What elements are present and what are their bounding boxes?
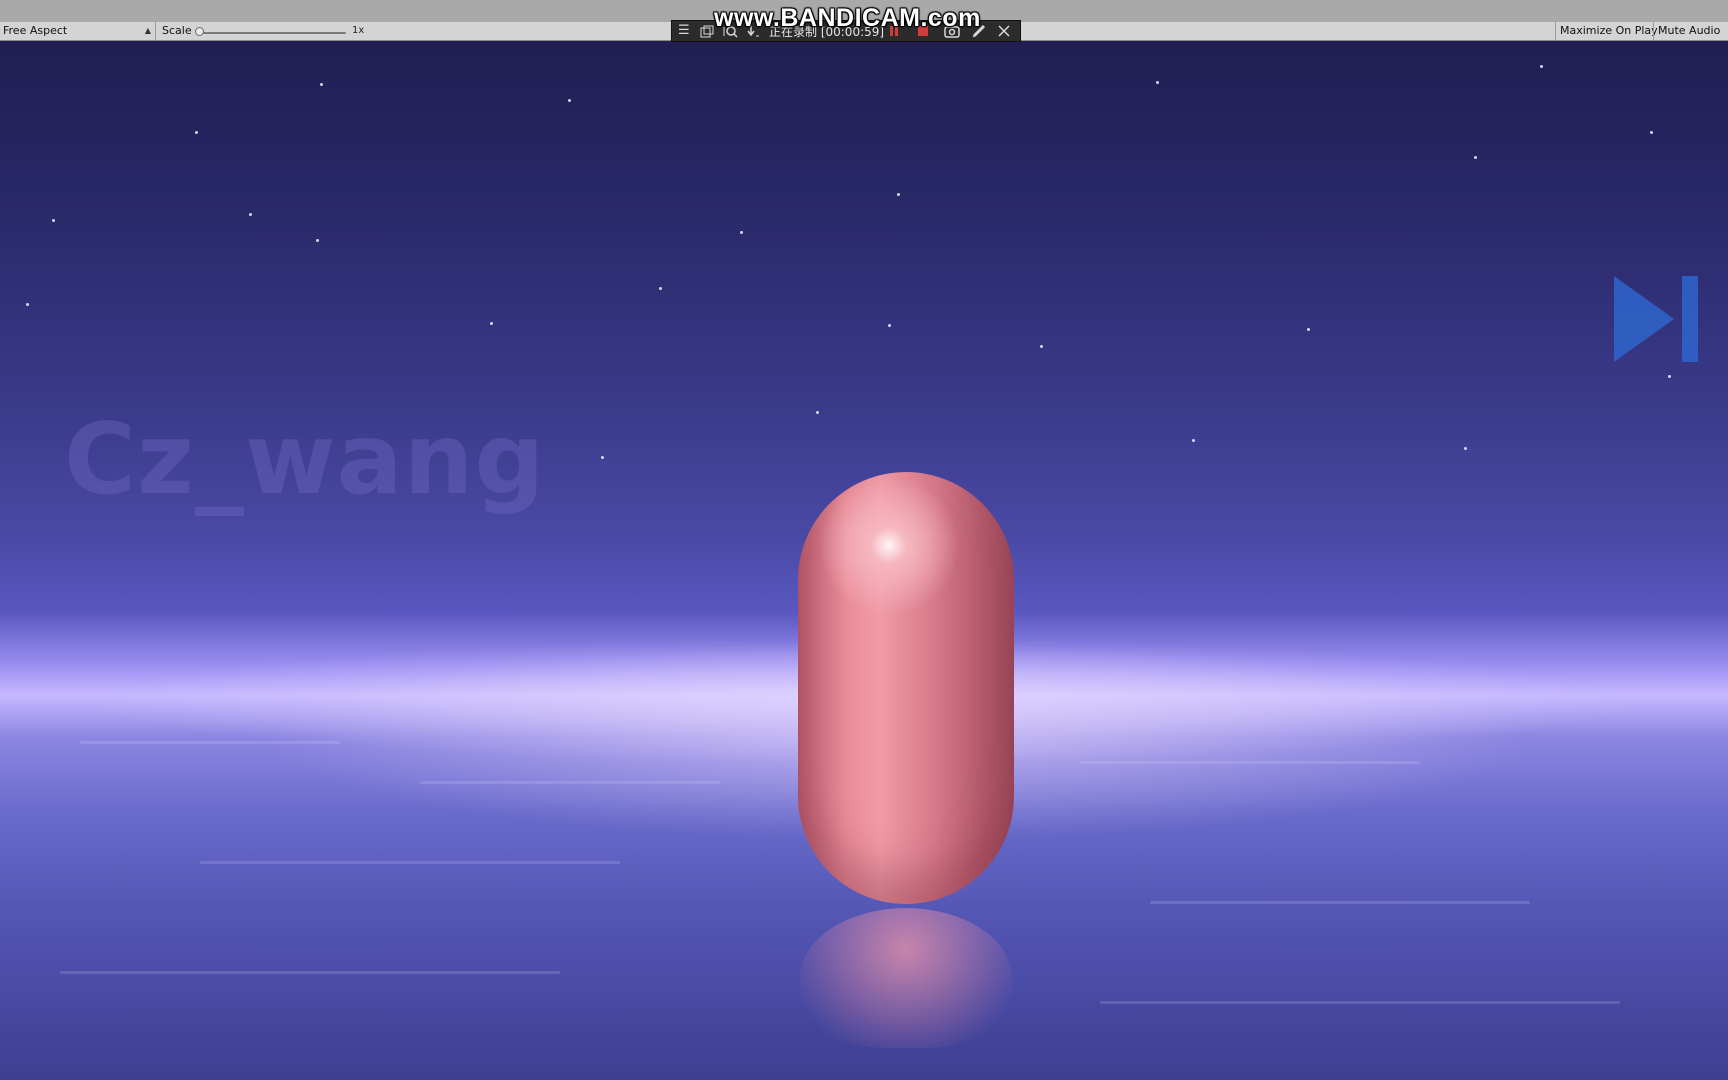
dropdown-arrows-icon: ▲ bbox=[144, 26, 151, 35]
star bbox=[1040, 345, 1043, 348]
scale-label: Scale bbox=[162, 24, 192, 37]
star bbox=[816, 411, 819, 414]
scale-slider-thumb[interactable] bbox=[195, 27, 204, 36]
water-ripple bbox=[1150, 901, 1530, 904]
recorder-logo: www.BANDICAM.com bbox=[714, 4, 981, 32]
capsule-reflection bbox=[800, 908, 1012, 1048]
menu-icon[interactable]: ☰ bbox=[678, 23, 690, 39]
star bbox=[490, 322, 493, 325]
star bbox=[740, 231, 743, 234]
capsule-object bbox=[798, 472, 1014, 904]
star bbox=[888, 324, 891, 327]
skip-next-icon[interactable] bbox=[1612, 274, 1702, 364]
maximize-on-play-button[interactable]: Maximize On Play bbox=[1555, 22, 1662, 40]
star bbox=[320, 83, 323, 86]
star bbox=[195, 131, 198, 134]
water-ripple bbox=[200, 861, 620, 864]
water-ripple bbox=[420, 781, 720, 784]
scale-value: 1x bbox=[352, 25, 365, 36]
star bbox=[1668, 375, 1671, 378]
star bbox=[659, 287, 662, 290]
aspect-dropdown[interactable]: Free Aspect ▲ bbox=[0, 22, 156, 40]
aspect-label: Free Aspect bbox=[3, 24, 68, 37]
star bbox=[601, 456, 604, 459]
water-ripple bbox=[80, 741, 340, 744]
star bbox=[1156, 81, 1159, 84]
water-ripple bbox=[1080, 761, 1420, 764]
window-icon[interactable] bbox=[700, 25, 714, 38]
star bbox=[1307, 328, 1310, 331]
star bbox=[568, 99, 571, 102]
water-ripple bbox=[60, 971, 560, 974]
star bbox=[52, 219, 55, 222]
watermark-text: Cz_wang bbox=[64, 403, 546, 517]
close-icon[interactable] bbox=[998, 25, 1010, 37]
star bbox=[26, 303, 29, 306]
star bbox=[1474, 156, 1477, 159]
star bbox=[249, 213, 252, 216]
scale-slider-track[interactable] bbox=[198, 32, 346, 34]
star bbox=[897, 193, 900, 196]
mute-audio-button[interactable]: Mute Audio bbox=[1653, 22, 1724, 40]
star bbox=[1192, 439, 1195, 442]
water-ripple bbox=[1100, 1001, 1620, 1004]
star bbox=[1540, 65, 1543, 68]
star bbox=[1650, 131, 1653, 134]
star bbox=[1464, 447, 1467, 450]
star bbox=[316, 239, 319, 242]
